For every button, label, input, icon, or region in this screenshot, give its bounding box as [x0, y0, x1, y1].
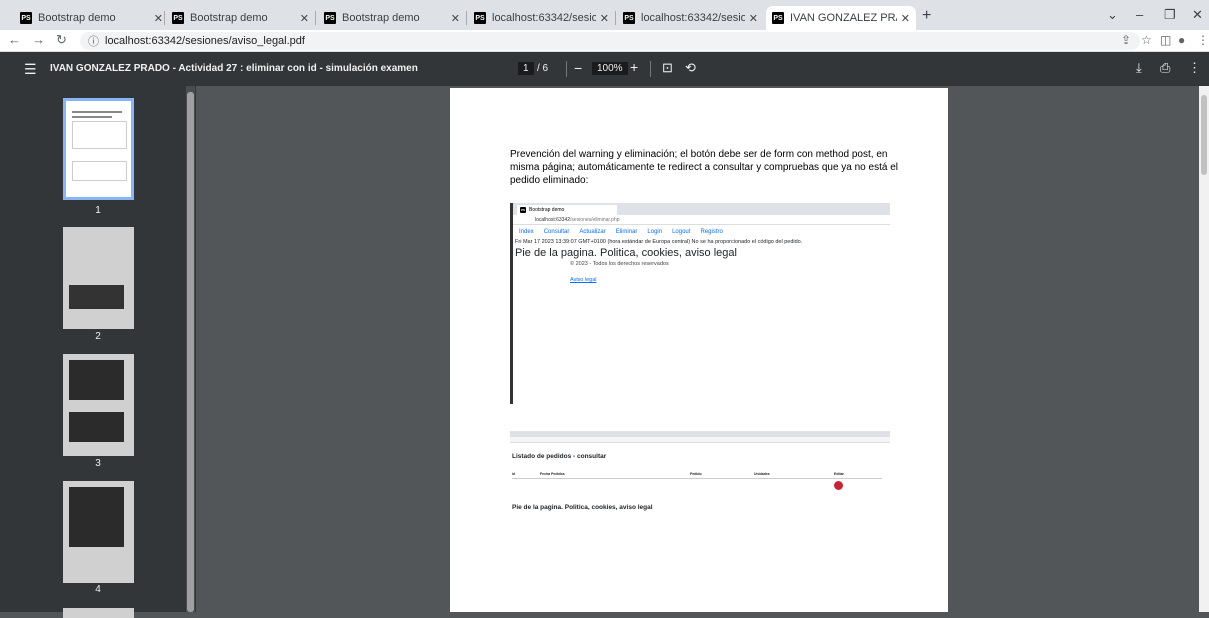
shot-nav-item: Eliminar	[615, 229, 638, 235]
paragraph-bold: Prevención del warning y eliminación	[510, 149, 675, 160]
page-thumbnail-1[interactable]	[63, 98, 134, 200]
share-icon[interactable]: ⇪	[1121, 33, 1131, 47]
browser-tab[interactable]: PS Bootstrap demo ✕	[166, 6, 315, 30]
menu-icon[interactable]: ⋮	[1197, 33, 1209, 47]
tab-title: IVAN GONZALEZ PRADO - Activi	[790, 12, 897, 24]
close-icon[interactable]: ✕	[600, 12, 609, 25]
shot-url-path: /sesiones/eliminar.php	[570, 216, 620, 223]
shot-nav-item: Logout	[672, 229, 691, 235]
phpstorm-favicon-icon: PS	[772, 12, 784, 24]
delete-button	[834, 481, 843, 490]
tab-title: Bootstrap demo	[38, 12, 116, 24]
shot-nav-item: Login	[647, 229, 663, 235]
omnibox[interactable]: ⓘ localhost:63342/sesiones/aviso_legal.p…	[80, 32, 1140, 50]
tab-title: localhost:63342/sesiones/footer.	[492, 12, 596, 24]
close-icon[interactable]: ✕	[154, 12, 163, 25]
url-text[interactable]: localhost:63342/sesiones/aviso_legal.pdf	[105, 35, 305, 47]
shot2-col: Pedido	[690, 472, 702, 476]
close-icon[interactable]: ✕	[300, 12, 309, 25]
phpstorm-favicon-icon: PS	[20, 12, 32, 24]
print-icon[interactable]: ⎙	[1160, 60, 1170, 76]
hamburger-menu-icon[interactable]: ☰	[24, 61, 37, 78]
divider	[650, 61, 651, 77]
window-close-icon[interactable]: ✕	[1192, 7, 1203, 23]
shot-nav-item: Consultar	[543, 229, 570, 235]
forward-icon[interactable]: →	[32, 32, 45, 47]
shot-copyright: © 2023 - Todos los derechos reservados	[570, 261, 669, 267]
page-total: / 6	[537, 63, 549, 74]
shot-nav-item: Index	[519, 229, 534, 235]
shot2-col: id	[512, 472, 516, 476]
close-icon[interactable]: ✕	[749, 12, 758, 25]
tab-title: localhost:63342/sesiones/footer.	[641, 12, 745, 24]
pdf-page: Prevención del warning y eliminación; el…	[450, 88, 948, 612]
shot-url-host: localhost:63342	[535, 216, 571, 223]
close-icon[interactable]: ✕	[901, 12, 910, 25]
shot-nav-item: Registro	[700, 229, 723, 235]
shot-nav-item: Actualizar	[579, 229, 606, 235]
page-number-input[interactable]: 1	[518, 62, 534, 75]
bookmark-star-icon[interactable]: ☆	[1141, 33, 1152, 47]
phpstorm-favicon-icon: PS	[520, 207, 526, 213]
thumbnail-label: 3	[95, 458, 101, 469]
shot-tab-title: Bootstrap demo	[529, 207, 565, 213]
profile-icon[interactable]: ●	[1178, 33, 1185, 47]
embedded-screenshot-consultar: Listado de pedidos - consultar id Fecha …	[510, 431, 890, 543]
zoom-out-icon[interactable]: −	[574, 60, 582, 76]
browser-tab-active[interactable]: PS IVAN GONZALEZ PRADO - Activi ✕	[766, 6, 916, 30]
page-thumbnail-3[interactable]	[63, 354, 134, 456]
thumbnail-label: 2	[95, 331, 101, 342]
page-paragraph: Prevención del warning y eliminación; el…	[510, 148, 910, 187]
embedded-screenshot-eliminar: PS Bootstrap demo localhost:63342/sesion…	[510, 203, 890, 404]
browser-tab-strip: PS Bootstrap demo ✕ PS Bootstrap demo ✕ …	[0, 0, 1209, 30]
fit-page-icon[interactable]: ⊡	[662, 60, 673, 76]
divider	[566, 61, 567, 77]
address-bar-row: ← → ↻ ⓘ localhost:63342/sesiones/aviso_l…	[0, 30, 1209, 52]
shot2-col: Fecha Pedidos	[540, 472, 565, 476]
page-thumbnail-5[interactable]	[63, 608, 134, 618]
info-icon[interactable]: ⓘ	[88, 33, 99, 49]
browser-tab[interactable]: PS localhost:63342/sesiones/footer. ✕	[468, 6, 615, 30]
pdf-title: IVAN GONZALEZ PRADO - Actividad 27 : eli…	[50, 63, 418, 74]
sidebar-scrollbar-thumb[interactable]	[187, 92, 194, 612]
thumbnail-label: 4	[95, 584, 101, 595]
new-tab-icon[interactable]: +	[922, 7, 931, 25]
tab-search-icon[interactable]: ⌄	[1107, 7, 1118, 23]
restore-icon[interactable]: ❐	[1164, 7, 1176, 23]
shot2-footer-heading: Pie de la pagina. Politica, cookies, avi…	[512, 504, 653, 511]
minimize-icon[interactable]: –	[1136, 7, 1143, 22]
shot-heading: Pie de la pagina. Politica, cookies, avi…	[515, 247, 737, 259]
phpstorm-favicon-icon: PS	[474, 12, 486, 24]
browser-tab[interactable]: PS Bootstrap demo ✕	[14, 6, 169, 30]
tab-title: Bootstrap demo	[190, 12, 268, 24]
shot2-col: Editar	[834, 472, 844, 476]
phpstorm-favicon-icon: PS	[623, 12, 635, 24]
pdf-toolbar: ☰ IVAN GONZALEZ PRADO - Actividad 27 : e…	[0, 52, 1209, 86]
thumbnail-label: 1	[95, 205, 101, 216]
zoom-in-icon[interactable]: +	[630, 59, 638, 75]
thumbnail-sidebar: 1 2 3 4	[0, 86, 196, 618]
tab-title: Bootstrap demo	[342, 12, 420, 24]
rotate-icon[interactable]: ⟲	[685, 60, 696, 76]
browser-tab[interactable]: PS localhost:63342/sesiones/footer. ✕	[617, 6, 764, 30]
zoom-input[interactable]: 100%	[592, 62, 628, 75]
page-thumbnail-2[interactable]	[63, 227, 134, 329]
phpstorm-favicon-icon: PS	[172, 12, 184, 24]
phpstorm-favicon-icon: PS	[324, 12, 336, 24]
back-icon[interactable]: ←	[8, 32, 21, 47]
shot2-heading: Listado de pedidos - consultar	[512, 453, 607, 460]
main-scrollbar-thumb[interactable]	[1201, 95, 1207, 175]
download-icon[interactable]: ⤓	[1136, 60, 1142, 76]
close-icon[interactable]: ✕	[451, 12, 460, 25]
reload-icon[interactable]: ↻	[56, 32, 67, 48]
more-options-icon[interactable]: ⋮	[1188, 60, 1201, 76]
side-panel-icon[interactable]: ◫	[1160, 33, 1171, 47]
shot2-col: Unidades	[754, 472, 770, 476]
browser-tab[interactable]: PS Bootstrap demo ✕	[318, 6, 466, 30]
page-thumbnail-4[interactable]	[63, 481, 134, 583]
shot-link: Aviso legal	[570, 277, 597, 283]
